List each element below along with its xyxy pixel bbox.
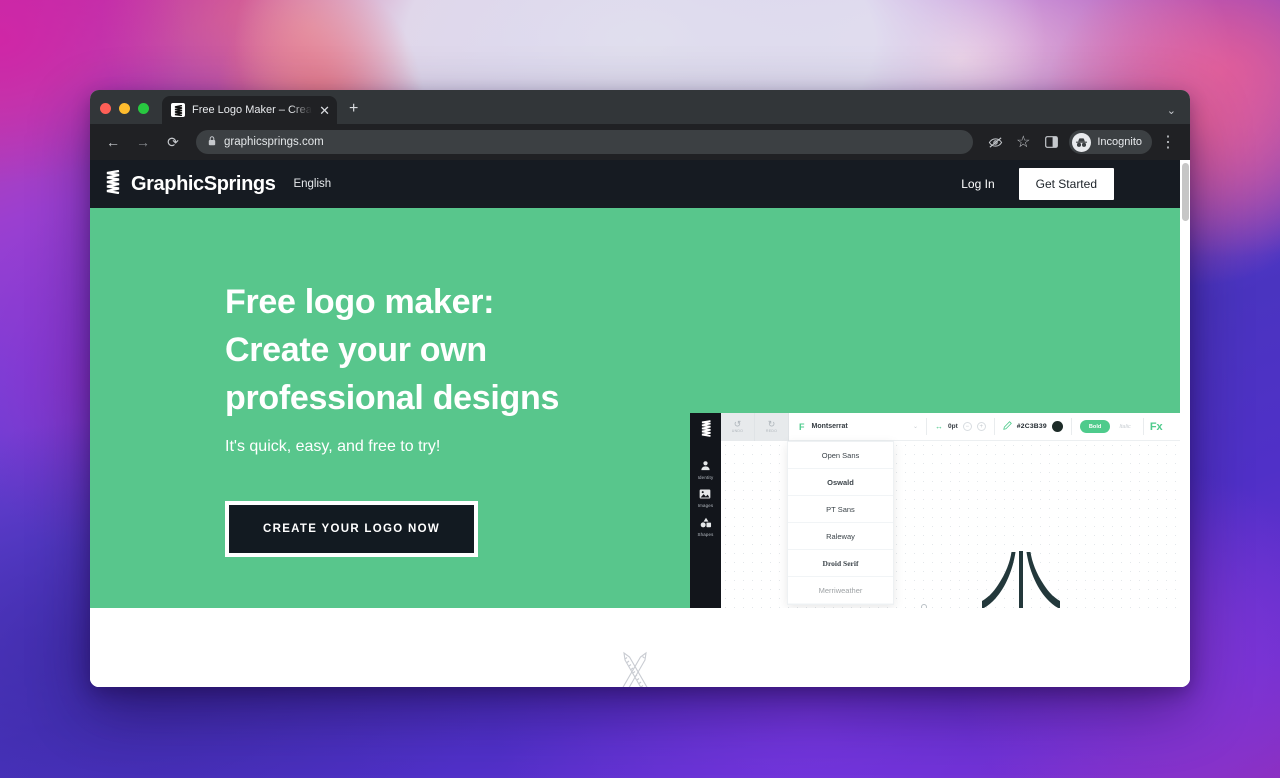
font-family-select[interactable]: F Montserrat ⌄ — [789, 422, 926, 432]
font-option[interactable]: Open Sans — [788, 442, 893, 469]
browser-tab-strip: Free Logo Maker – Create a Logo ✕ + ⌄ — [90, 90, 1190, 124]
font-mark-icon: F — [799, 421, 805, 432]
brand-name: GraphicSprings — [131, 172, 276, 195]
hero-heading-line-1: Free logo maker: — [225, 283, 495, 321]
browser-menu-icon[interactable]: ⋮ — [1156, 130, 1180, 154]
letter-spacing-value: 0pt — [948, 423, 958, 430]
font-family-value: Montserrat — [811, 423, 848, 430]
hero-section: Free logo maker: Create your own profess… — [90, 208, 1180, 608]
hero-subheading: It's quick, easy, and free to try! — [225, 438, 441, 455]
app-mockup: Identity Images Shapes ↺ UNDO ↻ REDO F M… — [690, 413, 1180, 608]
color-hex-value: #2C3B39 — [1016, 423, 1047, 430]
sidebar-label-images: Images — [697, 503, 714, 508]
minimize-window-button[interactable] — [119, 103, 130, 114]
bold-toggle[interactable]: Bold — [1079, 420, 1111, 433]
close-window-button[interactable] — [100, 103, 111, 114]
language-selector[interactable]: English — [293, 178, 331, 190]
logo-mark-icon[interactable] — [979, 551, 1063, 608]
profile-incognito-button[interactable]: Incognito — [1069, 130, 1152, 154]
bookmark-star-icon[interactable]: ☆ — [1011, 130, 1035, 154]
login-link[interactable]: Log In — [961, 177, 994, 191]
window-controls — [100, 103, 149, 124]
font-option[interactable]: Merriweather — [788, 577, 893, 604]
letter-spacing-increase[interactable]: + — [976, 422, 986, 431]
eye-off-icon[interactable] — [983, 130, 1007, 154]
back-button[interactable]: ← — [100, 129, 126, 155]
effects-button[interactable]: Fx — [1144, 421, 1169, 433]
pencil-ruler-cross-icon — [615, 650, 655, 687]
hero-heading-line-2: Create your own — [225, 331, 487, 369]
get-started-button[interactable]: Get Started — [1018, 168, 1114, 200]
redo-icon: ↻ — [767, 419, 776, 429]
page-viewport: GraphicSprings English Log In Get Starte… — [90, 160, 1190, 687]
web-page: GraphicSprings English Log In Get Starte… — [90, 160, 1180, 687]
mockup-logo-icon — [700, 420, 712, 442]
page-scrollbar[interactable] — [1180, 160, 1190, 687]
spring-logo-icon — [104, 169, 121, 199]
italic-toggle[interactable]: Italic — [1115, 424, 1135, 430]
new-tab-button[interactable]: + — [349, 101, 358, 117]
person-icon — [700, 460, 711, 474]
tab-title: Free Logo Maker – Create a Logo — [192, 104, 312, 116]
image-icon — [699, 489, 711, 502]
font-option[interactable]: Droid Serif — [788, 550, 893, 577]
tab-favicon-icon — [171, 103, 185, 117]
browser-toolbar: ← → ⟳ graphicsprings.com ☆ Incognito ⋮ — [90, 124, 1190, 160]
redo-button[interactable]: ↻ REDO — [755, 413, 789, 441]
maximize-window-button[interactable] — [138, 103, 149, 114]
hero-heading-line-3: professional designs — [225, 379, 560, 417]
font-option[interactable]: PT Sans — [788, 496, 893, 523]
chevron-down-icon: ⌄ — [912, 424, 918, 430]
forward-button[interactable]: → — [130, 129, 156, 155]
font-option[interactable]: Raleway — [788, 523, 893, 550]
site-header: GraphicSprings English Log In Get Starte… — [90, 160, 1180, 208]
letter-spacing-icon: ↔ — [935, 422, 943, 431]
letter-spacing-group: ↔ 0pt − + — [927, 422, 994, 431]
undo-button[interactable]: ↺ UNDO — [721, 413, 755, 441]
create-logo-button[interactable]: CREATE YOUR LOGO NOW — [225, 501, 478, 557]
address-bar-url: graphicsprings.com — [224, 136, 324, 148]
sidebar-item-identity[interactable]: Identity — [698, 460, 714, 480]
browser-window: Free Logo Maker – Create a Logo ✕ + ⌄ ← … — [90, 90, 1190, 687]
profile-label: Incognito — [1097, 136, 1142, 148]
brand-logo[interactable]: GraphicSprings — [104, 169, 276, 199]
sidebar-label-identity: Identity — [697, 475, 714, 480]
close-tab-icon[interactable]: ✕ — [319, 104, 330, 117]
pen-icon — [1003, 421, 1012, 432]
browser-tab[interactable]: Free Logo Maker – Create a Logo ✕ — [162, 96, 337, 124]
sidebar-item-shapes[interactable]: Shapes — [697, 517, 713, 537]
mockup-toolbar: ↺ UNDO ↻ REDO F Montserrat ⌄ ↔ 0pt − + #… — [721, 413, 1180, 441]
chevron-down-icon[interactable]: ⌄ — [1167, 104, 1176, 117]
hero-copy: Free logo maker: Create your own profess… — [225, 278, 645, 557]
text-style-group: Bold Italic — [1072, 420, 1143, 433]
font-dropdown-list[interactable]: Open Sans Oswald PT Sans Raleway Droid S… — [787, 441, 894, 605]
header-actions: Log In Get Started — [961, 160, 1180, 208]
hero-heading: Free logo maker: Create your own profess… — [225, 278, 645, 422]
font-option[interactable]: Oswald — [788, 469, 893, 496]
mockup-main: ↺ UNDO ↻ REDO F Montserrat ⌄ ↔ 0pt − + #… — [721, 413, 1180, 608]
sidebar-item-images[interactable]: Images — [698, 489, 714, 508]
reload-button[interactable]: ⟳ — [160, 129, 186, 155]
side-panel-icon[interactable] — [1039, 130, 1063, 154]
lock-icon — [208, 133, 216, 151]
color-swatch[interactable] — [1051, 421, 1063, 432]
below-hero-section — [90, 608, 1180, 687]
incognito-avatar-icon — [1072, 132, 1092, 152]
letter-spacing-decrease[interactable]: − — [962, 422, 972, 431]
undo-icon: ↺ — [733, 419, 742, 429]
redo-label: REDO — [765, 429, 778, 433]
undo-label: UNDO — [731, 429, 744, 433]
color-group: #2C3B39 — [995, 421, 1071, 432]
desktop-wallpaper: Free Logo Maker – Create a Logo ✕ + ⌄ ← … — [0, 0, 1280, 778]
logo-canvas[interactable]: Open Sans Oswald PT Sans Raleway Droid S… — [721, 441, 1180, 608]
scrollbar-thumb[interactable] — [1182, 163, 1189, 221]
mockup-sidebar: Identity Images Shapes — [690, 413, 721, 608]
shapes-icon — [700, 517, 712, 531]
sidebar-label-shapes: Shapes — [697, 532, 714, 537]
address-bar[interactable]: graphicsprings.com — [196, 130, 974, 154]
